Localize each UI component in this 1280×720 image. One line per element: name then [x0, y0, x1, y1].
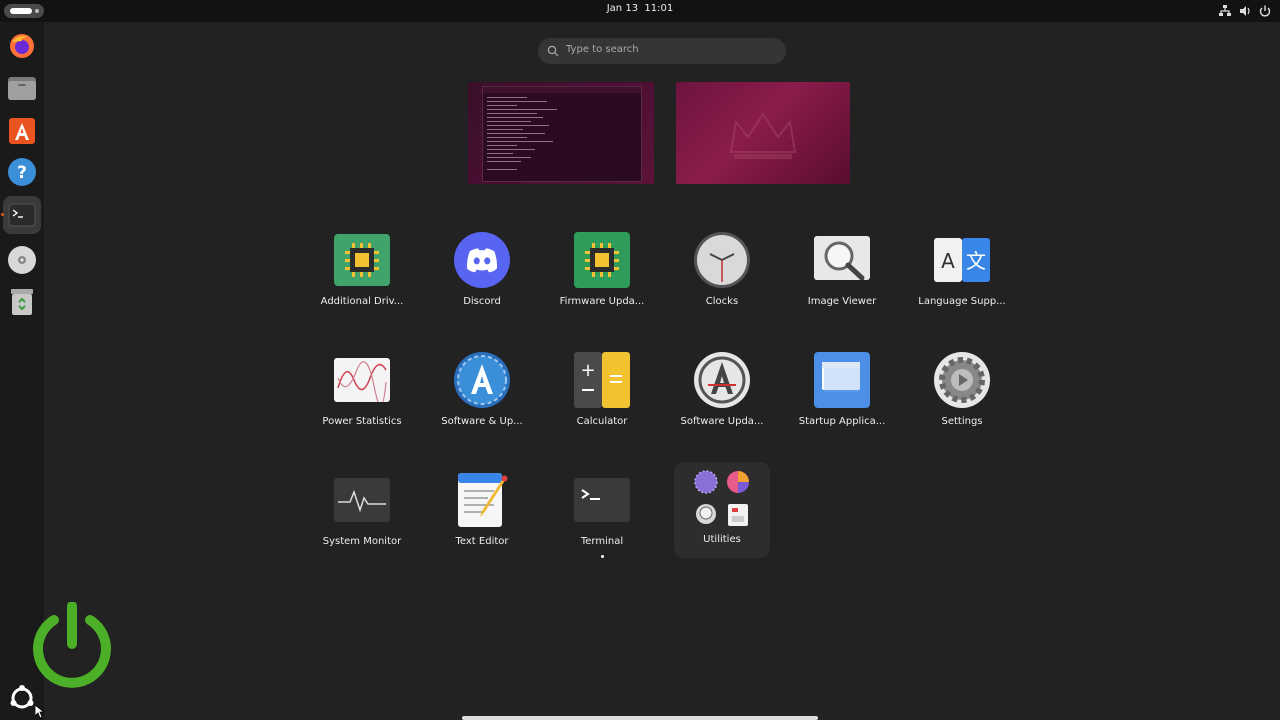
- dock-help[interactable]: ?: [6, 156, 38, 188]
- power-overlay-icon: [33, 602, 111, 688]
- dock-trash[interactable]: [6, 286, 38, 318]
- terminal-window-thumbnail[interactable]: [482, 86, 642, 182]
- app-center-icon: [9, 118, 35, 144]
- dock-files[interactable]: [6, 72, 38, 104]
- workspace-thumbnail-1[interactable]: [468, 82, 654, 184]
- page-indicator: [462, 716, 818, 720]
- calculator-icon: +: [574, 352, 630, 408]
- app-software-upda[interactable]: Software Upda...: [662, 348, 782, 444]
- app-image-viewer[interactable]: Image Viewer: [782, 228, 902, 324]
- svg-text:A: A: [941, 249, 955, 273]
- disc-icon: [8, 246, 36, 274]
- chip-icon: [334, 232, 390, 288]
- terminal-icon: [8, 203, 36, 227]
- svg-text:?: ?: [17, 163, 27, 183]
- terminal-app-icon: [574, 472, 630, 528]
- dock-disc[interactable]: [6, 244, 38, 276]
- dock-terminal[interactable]: [3, 196, 41, 234]
- app-software-up[interactable]: Software & Up...: [422, 348, 542, 444]
- dock-firefox[interactable]: [6, 30, 38, 62]
- app-label: Additional Driv...: [320, 296, 404, 307]
- app-system-monitor[interactable]: System Monitor: [302, 468, 422, 564]
- app-text-editor[interactable]: Text Editor: [422, 468, 542, 564]
- mouse-cursor-icon: [35, 705, 45, 719]
- language-icon: A文: [934, 232, 990, 288]
- app-language-supp[interactable]: A 文 Language Supp...: [902, 228, 1022, 324]
- text-editor-icon: [454, 472, 510, 528]
- window-titlebar: [483, 87, 641, 93]
- search-icon: [547, 45, 559, 57]
- power-graph-icon: [334, 352, 390, 408]
- app-additional-driv[interactable]: Additional Driv...: [302, 228, 422, 324]
- app-terminal[interactable]: Terminal: [542, 468, 662, 564]
- volume-icon[interactable]: [1238, 4, 1252, 18]
- workspace-indicator-active: [10, 8, 32, 14]
- discord-icon: [454, 232, 510, 288]
- app-utilities[interactable]: Utilities: [674, 462, 770, 558]
- date-text: Jan 13: [606, 3, 639, 14]
- system-monitor-icon: [334, 472, 390, 528]
- search-bar[interactable]: Type to search: [538, 38, 786, 64]
- activities-button[interactable]: [4, 4, 44, 18]
- startup-window-icon: [814, 352, 870, 408]
- workspace-indicator-dot: [35, 9, 39, 13]
- software-updater-icon: [694, 352, 750, 408]
- app-label: Discord: [463, 296, 501, 307]
- app-label: Language Supp...: [918, 296, 1006, 307]
- app-label: Startup Applica...: [798, 416, 886, 427]
- app-label: Settings: [941, 416, 983, 427]
- app-calculator[interactable]: + Calculator: [542, 348, 662, 444]
- desktop: Jan 13 11:01 ? Type to search Additional…: [0, 0, 1280, 720]
- app-startup-applica[interactable]: Startup Applica...: [782, 348, 902, 444]
- network-icon[interactable]: [1218, 4, 1232, 18]
- magnifier-icon: [814, 232, 870, 288]
- app-label: Image Viewer: [807, 296, 877, 307]
- time-text: 11:01: [644, 3, 674, 14]
- app-firmware-upda[interactable]: Firmware Upda...: [542, 228, 662, 324]
- app-label: System Monitor: [322, 536, 402, 547]
- svg-text:文: 文: [966, 249, 986, 273]
- power-icon[interactable]: [1258, 4, 1272, 18]
- dock-running-indicator: [1, 213, 4, 216]
- app-discord[interactable]: Discord: [422, 228, 542, 324]
- trash-icon: [11, 289, 33, 315]
- folder-utilities-icon: [694, 470, 750, 528]
- show-apps-icon: [10, 685, 34, 709]
- top-bar: Jan 13 11:01: [0, 0, 1280, 22]
- app-label: Text Editor: [455, 536, 509, 547]
- system-tray[interactable]: [1218, 4, 1272, 18]
- app-label: Firmware Upda...: [559, 296, 645, 307]
- clock-icon: [694, 232, 750, 288]
- settings-gear-icon: [934, 352, 990, 408]
- wallpaper-crown-icon: [729, 112, 797, 159]
- app-label: Clocks: [705, 296, 739, 307]
- search-placeholder: Type to search: [566, 44, 639, 55]
- app-label: Software Upda...: [680, 416, 764, 427]
- app-label: Software & Up...: [441, 416, 523, 427]
- software-sources-icon: [454, 352, 510, 408]
- app-label: Calculator: [576, 416, 628, 427]
- firefox-icon: [10, 34, 34, 58]
- clock-button[interactable]: Jan 13 11:01: [590, 3, 690, 14]
- app-settings[interactable]: Settings: [902, 348, 1022, 444]
- workspace-thumbnail-2[interactable]: [676, 82, 850, 184]
- svg-text:+: +: [580, 360, 595, 381]
- app-clocks[interactable]: Clocks: [662, 228, 782, 324]
- app-label: Terminal: [580, 536, 624, 547]
- app-label: Utilities: [703, 534, 741, 545]
- files-icon: [8, 77, 36, 100]
- app-label: Power Statistics: [322, 416, 402, 427]
- app-power-statistics[interactable]: Power Statistics: [302, 348, 422, 444]
- firmware-chip-icon: [574, 232, 630, 288]
- dock-app-center[interactable]: [6, 114, 38, 146]
- running-indicator: [601, 555, 604, 558]
- help-icon: ?: [8, 158, 36, 186]
